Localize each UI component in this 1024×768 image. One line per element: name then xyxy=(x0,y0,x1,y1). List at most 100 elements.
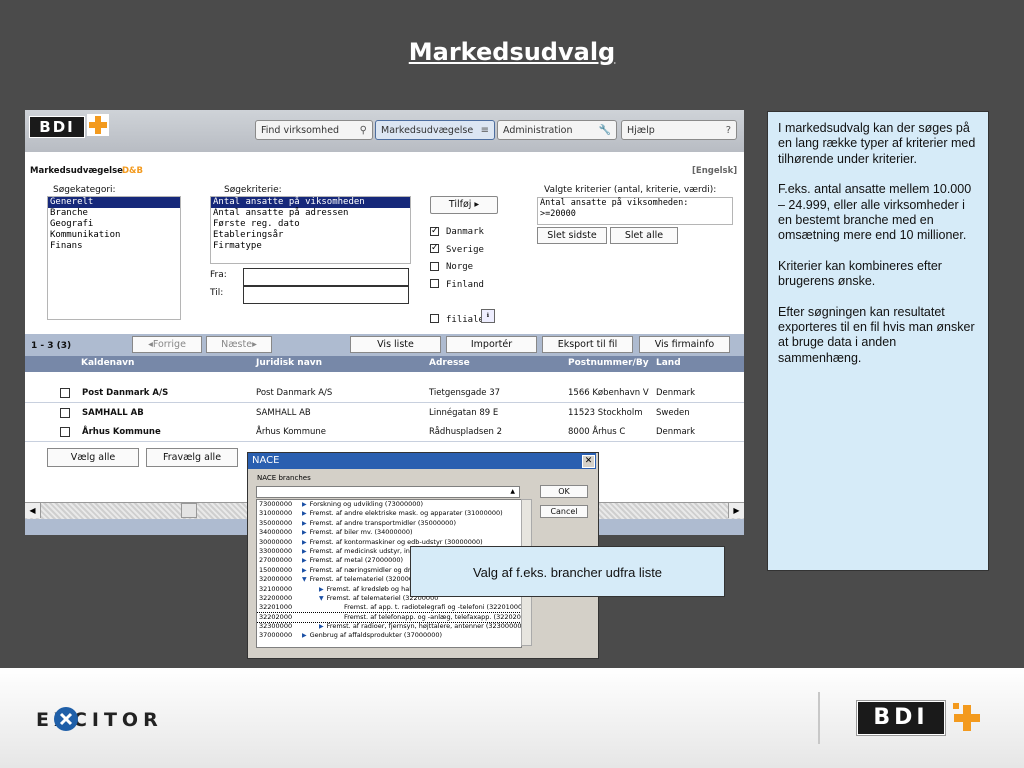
delete-all-button[interactable]: Slet alle xyxy=(610,227,678,244)
collapsed-arrow-icon[interactable]: ▶ xyxy=(302,548,307,555)
import-button[interactable]: Importér xyxy=(446,336,537,353)
collapsed-arrow-icon[interactable]: ▶ xyxy=(319,623,324,630)
list-item[interactable]: Geografi xyxy=(48,219,180,230)
tree-item-code: 30000000 xyxy=(259,537,293,546)
collapsed-arrow-icon[interactable]: ▶ xyxy=(302,501,307,508)
table-cell: Sweden xyxy=(656,408,690,418)
table-spacer xyxy=(25,372,744,383)
selected-criterion: Antal ansatte på viksomheden: xyxy=(540,198,689,208)
collapsed-arrow-icon[interactable]: ▶ xyxy=(302,557,307,564)
to-input[interactable] xyxy=(243,286,409,304)
tree-item-label: Fremst. af telemateriel (32000000 xyxy=(309,575,422,584)
table-cell: Århus Kommune xyxy=(82,427,161,437)
ok-button[interactable]: OK xyxy=(540,485,588,498)
nav-find-company[interactable]: Find virksomhed ⚲ xyxy=(255,120,373,140)
criteria-label: Søgekriterie: xyxy=(224,185,282,195)
table-cell: SAMHALL AB xyxy=(256,408,311,418)
column-header[interactable]: Postnummer/By xyxy=(568,358,649,368)
next-button[interactable]: Næste▸ xyxy=(206,336,272,353)
table-cell: Post Danmark A/S xyxy=(82,388,169,398)
expanded-arrow-icon[interactable]: ▼ xyxy=(302,576,307,583)
tree-item[interactable]: 32202000 Fremst. af telefonapp. og -anlæg… xyxy=(257,611,522,624)
table-cell: 11523 Stockholm xyxy=(568,408,643,418)
row-checkbox[interactable] xyxy=(60,388,70,398)
list-item[interactable]: Kommunikation xyxy=(48,230,180,241)
expanded-arrow-icon[interactable]: ▼ xyxy=(319,595,324,602)
previous-button[interactable]: ◂Forrige xyxy=(132,336,202,353)
column-header[interactable]: Juridisk navn xyxy=(256,358,322,368)
list-item[interactable]: Finans xyxy=(48,241,180,252)
add-button[interactable]: Tilføj ▸ xyxy=(430,196,498,214)
tree-item[interactable]: 35000000 ▶ Fremst. af andre transportmidle… xyxy=(257,519,521,528)
criteria-listbox[interactable]: Antal ansatte på viksomheden Antal ansat… xyxy=(210,196,411,264)
tree-item[interactable]: 31000000 ▶ Fremst. af andre elektriske mas… xyxy=(257,509,521,518)
table-cell: Linnégatan 89 E xyxy=(429,408,499,418)
delete-last-button[interactable]: Slet sidste xyxy=(537,227,607,244)
scroll-thumb[interactable] xyxy=(181,503,197,518)
tree-item[interactable]: 34000000 ▶ Fremst. af biler mv. (34000000) xyxy=(257,528,521,537)
nav-help[interactable]: Hjælp ? xyxy=(621,120,737,140)
selected-criteria-box[interactable]: Antal ansatte på viksomheden: >=20000 xyxy=(537,197,733,225)
help-icon: ? xyxy=(725,125,731,136)
branch-dropdown[interactable]: ▲ xyxy=(256,486,520,498)
tree-item[interactable]: 73000000 ▶ Forskning og udvikling (7300000… xyxy=(257,500,521,509)
row-checkbox[interactable] xyxy=(60,408,70,418)
tree-item-code: 32000000 xyxy=(259,575,293,584)
result-count: 1 - 3 (3) xyxy=(31,341,72,351)
info-icon[interactable]: ℹ xyxy=(481,309,495,323)
list-item[interactable]: Antal ansatte på viksomheden xyxy=(211,197,410,208)
list-item[interactable]: Etableringsår xyxy=(211,230,410,241)
tree-item-label: Fremst. af andre transportmidler (350000… xyxy=(309,518,456,527)
scroll-right-icon[interactable]: ▶ xyxy=(728,503,744,518)
view-list-button[interactable]: Vis liste xyxy=(350,336,441,353)
collapsed-arrow-icon[interactable]: ▶ xyxy=(302,632,307,639)
collapsed-arrow-icon[interactable]: ▶ xyxy=(302,510,307,517)
checkbox-danmark[interactable]: ✓ xyxy=(430,227,439,236)
tree-item[interactable]: 37000000 ▶ Genbrug af affaldsprodukter (37… xyxy=(257,631,521,640)
export-button[interactable]: Eksport til fil xyxy=(542,336,633,353)
tree-item-text: ▶ Forskning og udvikling (73000000) xyxy=(302,500,423,509)
from-label: Fra: xyxy=(210,270,227,280)
table-row[interactable]: Post Danmark A/S Post Danmark A/S Tietge… xyxy=(25,383,744,403)
table-cell: Århus Kommune xyxy=(256,427,326,437)
tree-item-label: Fremst. af telefonapp. og -anlæg, telefa… xyxy=(344,612,522,621)
company-info-button[interactable]: Vis firmainfo xyxy=(639,336,730,353)
tree-item[interactable]: 32300000 ▶ Fremst. af radioer, fjernsyn, h… xyxy=(257,622,521,631)
norge-label: Norge xyxy=(446,262,474,272)
category-listbox[interactable]: Generelt Branche Geografi Kommunikation … xyxy=(47,196,181,320)
checkbox-norge[interactable] xyxy=(430,262,439,271)
column-header[interactable]: Adresse xyxy=(429,358,470,368)
panel-title: Markedsudvægelse xyxy=(30,166,123,176)
deselect-all-button[interactable]: Fravælg alle xyxy=(146,448,238,467)
collapsed-arrow-icon[interactable]: ▶ xyxy=(319,586,324,593)
cancel-button[interactable]: Cancel xyxy=(540,505,588,518)
select-all-button[interactable]: Vælg alle xyxy=(47,448,139,467)
collapsed-arrow-icon[interactable]: ▶ xyxy=(302,539,307,546)
tree-item-text: Fremst. af app. t. radiotelegrafi og -te… xyxy=(344,603,521,612)
list-item[interactable]: Generelt xyxy=(48,197,180,208)
tree-item-text: ▶ Fremst. af biler mv. (34000000) xyxy=(302,528,413,537)
list-item[interactable]: Antal ansatte på adressen xyxy=(211,208,410,219)
nav-administration[interactable]: Administration 🔧 xyxy=(497,120,617,140)
close-icon[interactable]: ✕ xyxy=(582,455,595,468)
language-link[interactable]: [Engelsk] xyxy=(692,166,737,176)
list-item[interactable]: Firmatype xyxy=(211,241,410,252)
from-input[interactable] xyxy=(243,268,409,286)
collapsed-arrow-icon[interactable]: ▶ xyxy=(302,529,307,536)
list-item[interactable]: Branche xyxy=(48,208,180,219)
tree-item[interactable]: 32201000 Fremst. af app. t. radiotelegraf… xyxy=(257,603,521,612)
checkbox-finland[interactable] xyxy=(430,279,439,288)
list-item[interactable]: Første reg. dato xyxy=(211,219,410,230)
table-row[interactable]: SAMHALL AB SAMHALL AB Linnégatan 89 E 11… xyxy=(25,403,744,423)
table-row[interactable]: Århus Kommune Århus Kommune Rådhuspladse… xyxy=(25,422,744,442)
row-checkbox[interactable] xyxy=(60,427,70,437)
checkbox-sverige[interactable]: ✓ xyxy=(430,244,439,253)
nav-market-selection[interactable]: Markedsudvægelse ≡ xyxy=(375,120,495,140)
column-header[interactable]: Land xyxy=(656,358,681,368)
collapsed-arrow-icon[interactable]: ▶ xyxy=(302,520,307,527)
column-header[interactable]: Kaldenavn xyxy=(81,358,134,368)
checkbox-filialer[interactable] xyxy=(430,314,439,323)
collapsed-arrow-icon[interactable]: ▶ xyxy=(302,567,307,574)
table-cell: Denmark xyxy=(656,427,696,437)
scroll-left-icon[interactable]: ◀ xyxy=(25,503,41,518)
